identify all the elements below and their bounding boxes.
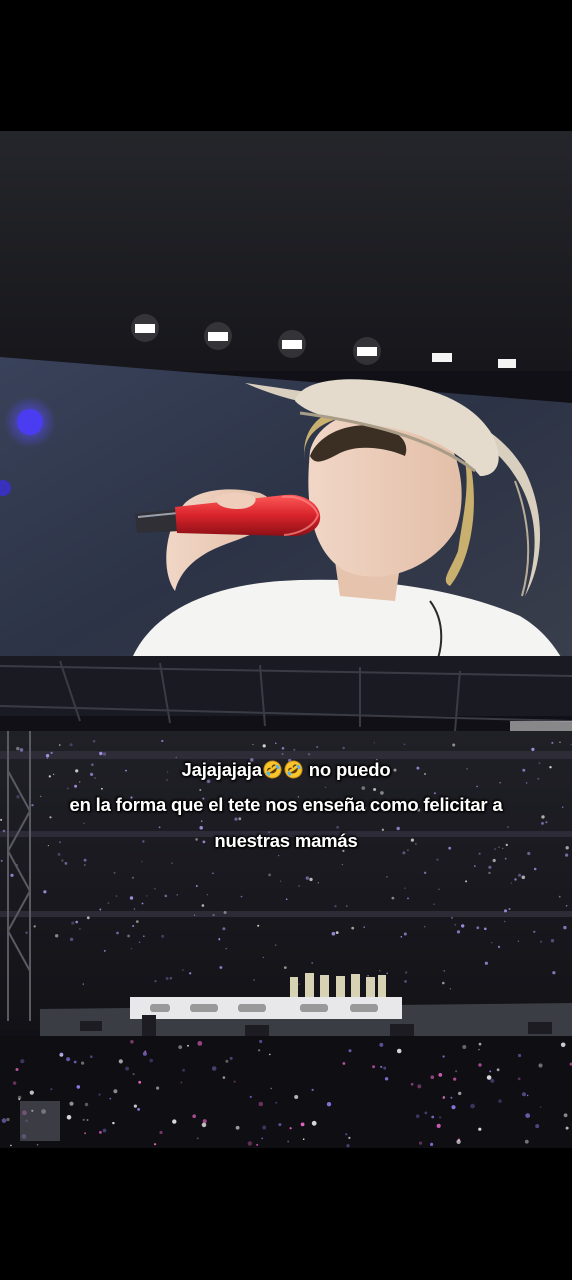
- stage-truss: [0, 656, 572, 716]
- screen: Jajajajaja no puedo en la forma que el t…: [0, 0, 572, 1280]
- caption-line-3: nuestras mamás: [214, 830, 358, 851]
- roof-light: [498, 359, 516, 368]
- concert-scene: [0, 131, 572, 1148]
- letterbox-bottom: [0, 1148, 572, 1280]
- rolling-on-floor-laughing-icon: [263, 760, 282, 779]
- concert-video-frame[interactable]: [0, 131, 572, 1148]
- caption-line-1: Jajajajaja no puedo: [0, 759, 572, 781]
- caption-line-1-text: Jajajajaja: [181, 759, 262, 780]
- roof-light: [432, 353, 452, 362]
- floor-crowd: [0, 1036, 572, 1148]
- rolling-on-floor-laughing-icon: [284, 760, 303, 779]
- caption-line-1-suffix: no puedo: [308, 759, 391, 780]
- purple-light: [17, 409, 43, 435]
- letterbox-top: [0, 0, 572, 131]
- caption-line-2: en la forma que el tete nos enseña como …: [69, 794, 503, 815]
